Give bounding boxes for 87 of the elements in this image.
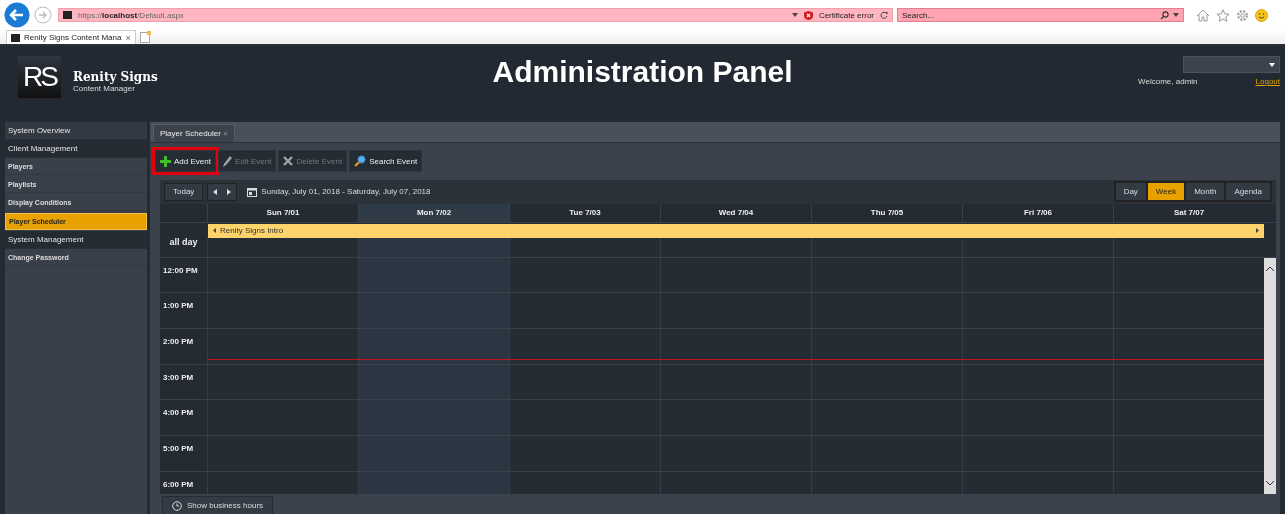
right-triangle-icon — [227, 188, 232, 195]
time-slot-cell[interactable] — [358, 329, 509, 364]
time-label: 6:00 PM — [160, 471, 207, 495]
time-label: 1:00 PM — [160, 293, 207, 328]
caret-icon[interactable] — [1173, 13, 1179, 17]
left-triangle-icon — [213, 188, 218, 195]
page-title: Administration Panel — [491, 54, 794, 90]
time-slot-cell[interactable] — [1113, 400, 1264, 436]
left-triangle-icon — [213, 228, 216, 234]
time-slot-cell[interactable] — [509, 329, 660, 364]
date-range: Sunday, July 01, 2018 - Saturday, July 07, 2018 — [261, 187, 431, 197]
search-icon[interactable] — [1160, 10, 1169, 20]
time-slot-cell[interactable] — [811, 329, 962, 364]
logout-link[interactable]: Logout — [1255, 77, 1280, 86]
up-chevron-icon[interactable] — [1266, 265, 1274, 271]
smiley-icon[interactable] — [1255, 8, 1268, 22]
down-chevron-icon[interactable] — [1266, 481, 1274, 487]
day-header: Mon 7/02 — [358, 203, 509, 222]
day-header: Sat 7/07 — [1113, 203, 1264, 222]
time-slot-cell[interactable] — [1113, 293, 1264, 328]
search-input[interactable]: Search... — [902, 10, 1156, 20]
time-label: 5:00 PM — [160, 436, 207, 471]
time-slot-cell[interactable] — [207, 293, 358, 328]
day-header: Thu 7/05 — [811, 203, 962, 222]
view-button[interactable]: Agenda — [1225, 182, 1271, 202]
caret-icon[interactable] — [791, 13, 798, 17]
time-slot-cell[interactable] — [660, 329, 811, 364]
view-button[interactable]: Month — [1185, 182, 1226, 202]
all-day-label: all day — [160, 222, 207, 257]
welcome-text: Welcome, admin — [1138, 77, 1198, 86]
time-label: 4:00 PM — [160, 400, 207, 436]
time-slot-cell[interactable] — [1113, 257, 1264, 293]
logo: RS — [18, 56, 61, 98]
day-header: Wed 7/04 — [660, 203, 811, 222]
business-hours-button[interactable]: Show business hours — [162, 496, 274, 514]
site-icon — [11, 33, 20, 42]
time-label: 2:00 PM — [160, 329, 207, 364]
time-slot-cell[interactable] — [962, 329, 1113, 364]
time-slot-cell[interactable] — [1113, 436, 1264, 471]
day-header: Tue 7/03 — [509, 203, 660, 222]
time-slot-cell[interactable] — [207, 329, 358, 364]
pencil-icon — [222, 155, 232, 167]
clock-icon — [172, 501, 182, 511]
add-event-button[interactable]: Add Event — [155, 150, 216, 172]
forward-icon[interactable] — [34, 6, 52, 24]
browser-tab[interactable]: Renity Signs Content Mana × — [6, 30, 136, 44]
time-slot-cell[interactable] — [207, 257, 358, 293]
caret-icon — [1269, 62, 1275, 67]
star-icon[interactable] — [1216, 8, 1230, 22]
search-field[interactable]: Search... — [897, 8, 1184, 22]
time-slot-cell[interactable] — [1113, 364, 1264, 400]
user-dropdown[interactable] — [1183, 56, 1280, 73]
sidebar-item[interactable]: System Overview — [5, 122, 147, 140]
gear-icon[interactable] — [1236, 8, 1249, 22]
address-bar[interactable]: https://localhost/Default.aspx Certificate error — [58, 8, 893, 22]
time-slot-cell[interactable] — [1113, 329, 1264, 364]
home-icon[interactable] — [1196, 8, 1210, 22]
time-slot-cell[interactable] — [207, 400, 358, 436]
brand-subtitle: Content Manager — [73, 84, 136, 93]
time-label: 12:00 PM — [160, 257, 207, 293]
certificate-error-text[interactable]: Certificate error — [818, 10, 874, 20]
error-shield-icon — [803, 10, 813, 20]
all-day-event[interactable]: Renity Signs Intro — [208, 223, 1264, 238]
view-button[interactable]: Day — [1114, 182, 1147, 202]
today-button[interactable]: Today — [164, 182, 204, 201]
cross-icon — [283, 156, 294, 166]
time-label: 3:00 PM — [160, 364, 207, 400]
refresh-icon[interactable] — [880, 11, 888, 19]
day-header: Fri 7/06 — [962, 203, 1113, 222]
day-header: Sun 7/01 — [207, 203, 358, 222]
search-event-button[interactable]: Search Event — [349, 150, 423, 172]
sidebar-item[interactable]: Client Management — [5, 140, 147, 158]
view-button[interactable]: Week — [1146, 182, 1186, 202]
brand-name: Renity Signs — [73, 70, 158, 84]
scrollbar[interactable] — [1264, 257, 1276, 495]
time-slot-cell[interactable] — [207, 364, 358, 400]
site-icon — [63, 11, 72, 19]
calendar-icon — [247, 186, 258, 197]
sidebar-item[interactable]: System Management — [5, 231, 147, 249]
plus-icon — [160, 155, 171, 167]
url-text: https://localhost/Default.aspx — [78, 10, 185, 20]
right-triangle-icon — [1256, 228, 1259, 234]
time-slot-cell[interactable] — [207, 436, 358, 471]
back-icon[interactable] — [4, 2, 30, 28]
magnifier-icon — [354, 155, 367, 167]
scheduler-tab[interactable]: Player Scheduler × — [153, 124, 235, 142]
new-tab-icon[interactable] — [137, 30, 152, 44]
